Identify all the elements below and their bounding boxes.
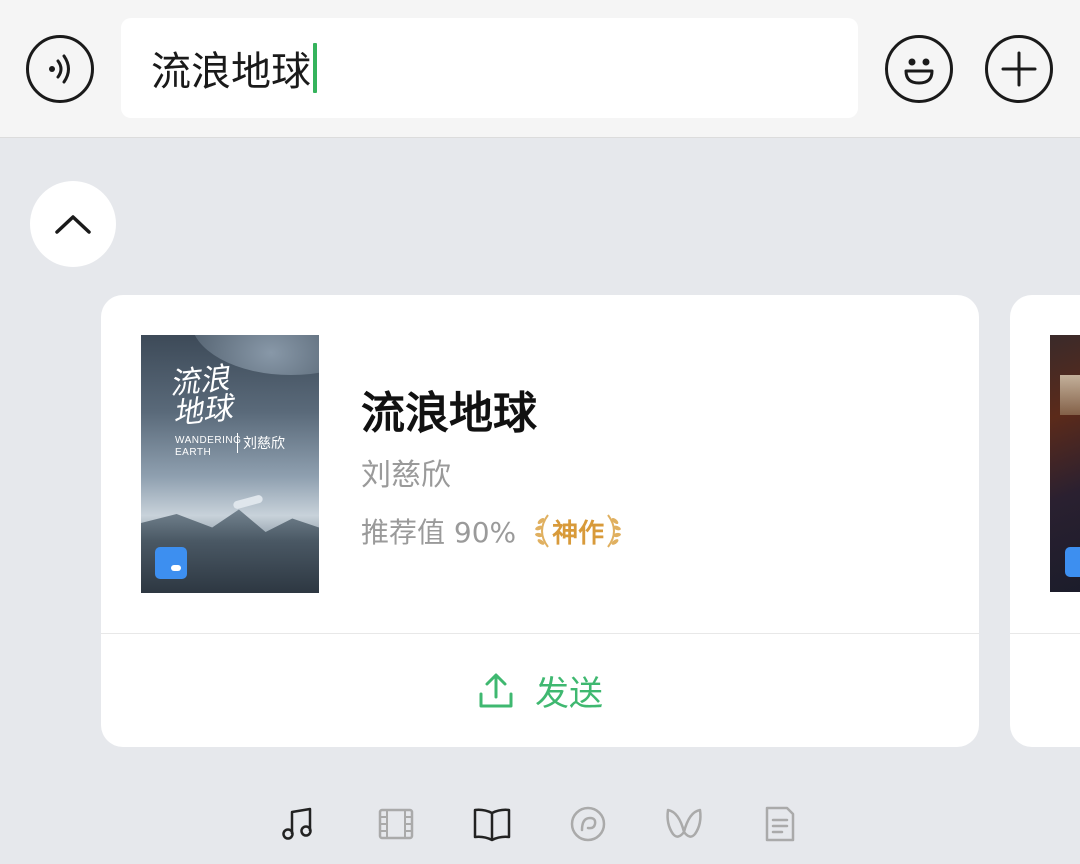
laurel-right-icon xyxy=(607,514,622,548)
book-cover: 流浪 地球 WANDERING EARTH 刘慈欣 xyxy=(141,335,319,593)
book-icon xyxy=(473,808,511,842)
chevron-up-icon xyxy=(55,215,91,234)
send-button[interactable]: 发送 xyxy=(101,634,979,747)
butterfly-icon xyxy=(666,808,702,838)
input-bar: 流浪地球 xyxy=(0,0,1080,138)
send-label: 发送 xyxy=(535,674,603,714)
emoji-icon xyxy=(904,58,934,85)
podcast-icon xyxy=(570,806,606,842)
book-author: 刘慈欣 xyxy=(361,458,451,493)
next-weread-badge-icon xyxy=(1065,547,1080,577)
tab-music[interactable] xyxy=(274,800,322,848)
music-icon xyxy=(282,807,312,840)
weread-badge-icon xyxy=(155,547,187,579)
tab-butterfly[interactable] xyxy=(660,800,708,848)
cover-title-art: 流浪 地球 xyxy=(167,361,235,432)
tab-article[interactable] xyxy=(756,800,804,848)
message-input[interactable]: 流浪地球 xyxy=(121,18,858,118)
rating-tag-text: 神作 xyxy=(552,518,605,549)
rating-row: 推荐值 90% 神作 xyxy=(361,511,624,551)
category-tabs xyxy=(0,790,1080,864)
emoji-button[interactable] xyxy=(885,35,953,103)
book-title: 流浪地球 xyxy=(361,388,537,439)
tab-film[interactable] xyxy=(372,800,420,848)
next-card-divider xyxy=(1010,633,1080,634)
voice-icon xyxy=(49,54,70,84)
book-card[interactable]: 流浪 地球 WANDERING EARTH 刘慈欣 流浪地球 刘慈欣 推荐值 9… xyxy=(101,295,979,747)
upload-icon xyxy=(479,673,513,707)
more-button[interactable] xyxy=(985,35,1053,103)
message-input-text: 流浪地球 xyxy=(151,49,311,95)
tab-podcast[interactable] xyxy=(564,800,612,848)
text-caret xyxy=(313,43,317,93)
rating-label: 推荐值 90% xyxy=(361,516,517,549)
rating-tag: 神作 xyxy=(532,511,624,551)
tab-book[interactable] xyxy=(468,800,516,848)
collapse-button[interactable] xyxy=(30,181,116,267)
laurel-left-icon xyxy=(535,514,549,548)
plus-icon xyxy=(1001,51,1037,87)
next-book-card[interactable] xyxy=(1010,295,1080,747)
cover-author-art: 刘慈欣 xyxy=(237,433,285,453)
cover-subtitle-art: WANDERING EARTH xyxy=(175,435,242,458)
voice-button[interactable] xyxy=(26,35,94,103)
next-book-cover xyxy=(1050,335,1080,592)
cover-ship xyxy=(232,494,264,510)
next-cover-art xyxy=(1060,375,1080,415)
film-icon xyxy=(378,808,414,840)
article-icon xyxy=(765,806,795,842)
